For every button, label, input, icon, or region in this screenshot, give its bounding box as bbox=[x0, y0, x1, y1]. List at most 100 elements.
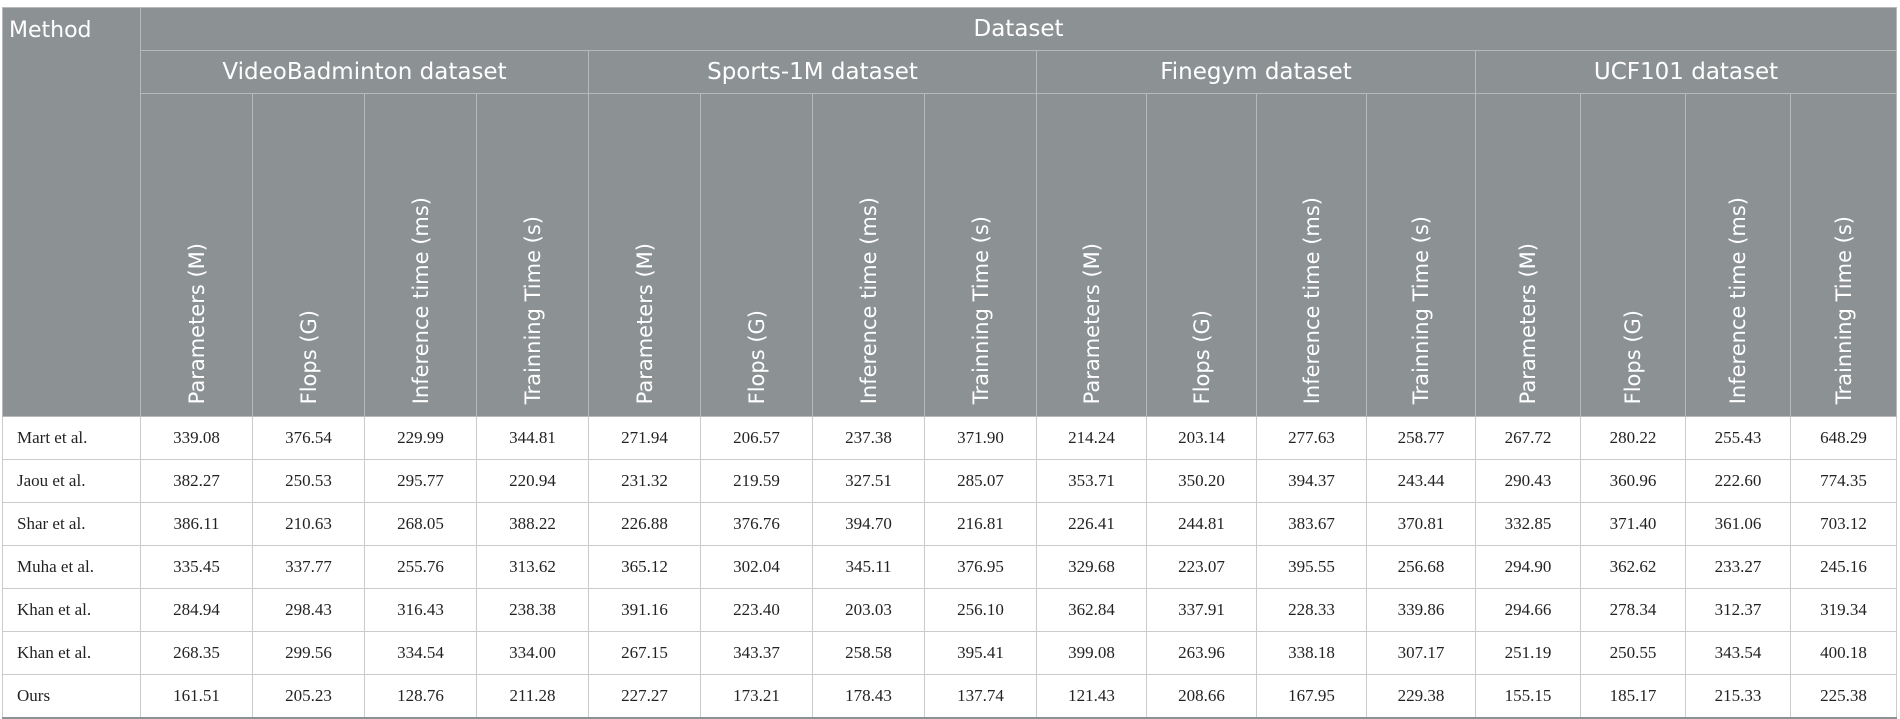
table-row: Ours 161.51 205.23 128.76 211.28 227.27 173.21… bbox=[2, 674, 1898, 719]
column-header-ucf101-training-time: Trainning Time (s) bbox=[1789, 93, 1898, 417]
value-cell: 345.11 bbox=[812, 545, 925, 589]
value-cell: 203.14 bbox=[1146, 416, 1257, 460]
comparison-table: Method Dataset VideoBadminton dataset Sp… bbox=[2, 7, 1898, 719]
column-header-sports1m-inference-time: Inference time (ms) bbox=[812, 93, 925, 417]
value-cell: 343.37 bbox=[700, 631, 813, 675]
value-cell: 244.81 bbox=[1146, 502, 1257, 546]
column-header-label: Inference time (ms) bbox=[408, 196, 433, 404]
value-cell: 302.04 bbox=[700, 545, 813, 589]
value-cell: 216.81 bbox=[924, 502, 1037, 546]
value-cell: 121.43 bbox=[1036, 674, 1147, 719]
column-header-label: Parameters (M) bbox=[184, 242, 209, 404]
value-cell: 229.99 bbox=[364, 416, 477, 460]
value-cell: 316.43 bbox=[364, 588, 477, 632]
value-cell: 327.51 bbox=[812, 459, 925, 503]
method-column-header: Method bbox=[2, 7, 141, 417]
value-cell: 267.15 bbox=[588, 631, 701, 675]
value-cell: 137.74 bbox=[924, 674, 1037, 719]
value-cell: 255.43 bbox=[1685, 416, 1791, 460]
dataset-header: Dataset bbox=[139, 7, 1898, 51]
value-cell: 284.94 bbox=[140, 588, 253, 632]
column-header-ucf101-parameters: Parameters (M) bbox=[1475, 93, 1581, 417]
value-cell: 391.16 bbox=[588, 588, 701, 632]
value-cell: 298.43 bbox=[252, 588, 365, 632]
value-cell: 258.77 bbox=[1366, 416, 1476, 460]
value-cell: 250.55 bbox=[1580, 631, 1686, 675]
column-header-ucf101-inference-time: Inference time (ms) bbox=[1685, 93, 1791, 417]
value-cell: 339.86 bbox=[1366, 588, 1476, 632]
value-cell: 214.24 bbox=[1036, 416, 1147, 460]
value-cell: 400.18 bbox=[1789, 631, 1898, 675]
table-body: Mart et al. 339.08 376.54 229.99 344.81 271.9… bbox=[2, 416, 1898, 719]
method-cell: Jaou et al. bbox=[2, 459, 141, 503]
method-cell: Ours bbox=[2, 674, 141, 719]
value-cell: 294.90 bbox=[1475, 545, 1581, 589]
group-header-ucf101: UCF101 dataset bbox=[1474, 50, 1898, 94]
value-cell: 223.07 bbox=[1146, 545, 1257, 589]
value-cell: 313.62 bbox=[476, 545, 589, 589]
column-header-finegym-parameters: Parameters (M) bbox=[1036, 93, 1147, 417]
value-cell: 395.55 bbox=[1256, 545, 1367, 589]
table-row: Jaou et al. 382.27 250.53 295.77 220.94 231.3… bbox=[2, 459, 1898, 503]
column-header-label: Trainning Time (s) bbox=[968, 215, 993, 404]
column-header-label: Trainning Time (s) bbox=[1409, 215, 1433, 404]
value-cell: 388.22 bbox=[476, 502, 589, 546]
column-header-finegym-training-time: Trainning Time (s) bbox=[1366, 93, 1476, 417]
column-header-label: Parameters (M) bbox=[632, 242, 657, 404]
column-header-sports1m-training-time: Trainning Time (s) bbox=[924, 93, 1037, 417]
value-cell: 243.44 bbox=[1366, 459, 1476, 503]
value-cell: 211.28 bbox=[476, 674, 589, 719]
value-cell: 210.63 bbox=[252, 502, 365, 546]
value-cell: 173.21 bbox=[700, 674, 813, 719]
value-cell: 285.07 bbox=[924, 459, 1037, 503]
column-header-finegym-inference-time: Inference time (ms) bbox=[1256, 93, 1367, 417]
value-cell: 178.43 bbox=[812, 674, 925, 719]
value-cell: 233.27 bbox=[1685, 545, 1791, 589]
value-cell: 208.66 bbox=[1146, 674, 1257, 719]
column-header-label: Flops (G) bbox=[1621, 309, 1645, 404]
value-cell: 334.00 bbox=[476, 631, 589, 675]
column-header-label: Parameters (M) bbox=[1516, 242, 1540, 404]
value-cell: 167.95 bbox=[1256, 674, 1367, 719]
table-row: Shar et al. 386.11 210.63 268.05 388.22 226.8… bbox=[2, 502, 1898, 546]
value-cell: 227.27 bbox=[588, 674, 701, 719]
table-header: Method Dataset VideoBadminton dataset Sp… bbox=[2, 7, 1898, 417]
value-cell: 226.88 bbox=[588, 502, 701, 546]
column-header-sports1m-flops: Flops (G) bbox=[700, 93, 813, 417]
value-cell: 251.19 bbox=[1475, 631, 1581, 675]
value-cell: 228.33 bbox=[1256, 588, 1367, 632]
value-cell: 334.54 bbox=[364, 631, 477, 675]
value-cell: 376.54 bbox=[252, 416, 365, 460]
method-cell: Muha et al. bbox=[2, 545, 141, 589]
table-row: Khan et al. 268.35 299.56 334.54 334.00 267.1… bbox=[2, 631, 1898, 675]
value-cell: 774.35 bbox=[1789, 459, 1898, 503]
value-cell: 386.11 bbox=[140, 502, 253, 546]
column-header-ucf101-flops: Flops (G) bbox=[1580, 93, 1686, 417]
value-cell: 370.81 bbox=[1366, 502, 1476, 546]
group-header-sports1m: Sports-1M dataset bbox=[588, 50, 1037, 94]
value-cell: 268.05 bbox=[364, 502, 477, 546]
value-cell: 353.71 bbox=[1036, 459, 1147, 503]
value-cell: 206.57 bbox=[700, 416, 813, 460]
value-cell: 376.76 bbox=[700, 502, 813, 546]
column-header-label: Parameters (M) bbox=[1079, 242, 1104, 404]
value-cell: 361.06 bbox=[1685, 502, 1791, 546]
value-cell: 395.41 bbox=[924, 631, 1037, 675]
column-header-label: Inference time (ms) bbox=[856, 196, 881, 404]
value-cell: 383.67 bbox=[1256, 502, 1367, 546]
value-cell: 271.94 bbox=[588, 416, 701, 460]
value-cell: 229.38 bbox=[1366, 674, 1476, 719]
column-header-videobadminton-parameters: Parameters (M) bbox=[140, 93, 253, 417]
column-header-videobadminton-inference-time: Inference time (ms) bbox=[364, 93, 477, 417]
value-cell: 382.27 bbox=[140, 459, 253, 503]
column-header-label: Flops (G) bbox=[744, 309, 769, 404]
column-header-label: Trainning Time (s) bbox=[520, 215, 545, 404]
column-header-finegym-flops: Flops (G) bbox=[1146, 93, 1257, 417]
value-cell: 256.10 bbox=[924, 588, 1037, 632]
method-cell: Mart et al. bbox=[2, 416, 141, 460]
value-cell: 237.38 bbox=[812, 416, 925, 460]
table-row: Muha et al. 335.45 337.77 255.76 313.62 365.1… bbox=[2, 545, 1898, 589]
value-cell: 399.08 bbox=[1036, 631, 1147, 675]
value-cell: 155.15 bbox=[1475, 674, 1581, 719]
value-cell: 337.77 bbox=[252, 545, 365, 589]
